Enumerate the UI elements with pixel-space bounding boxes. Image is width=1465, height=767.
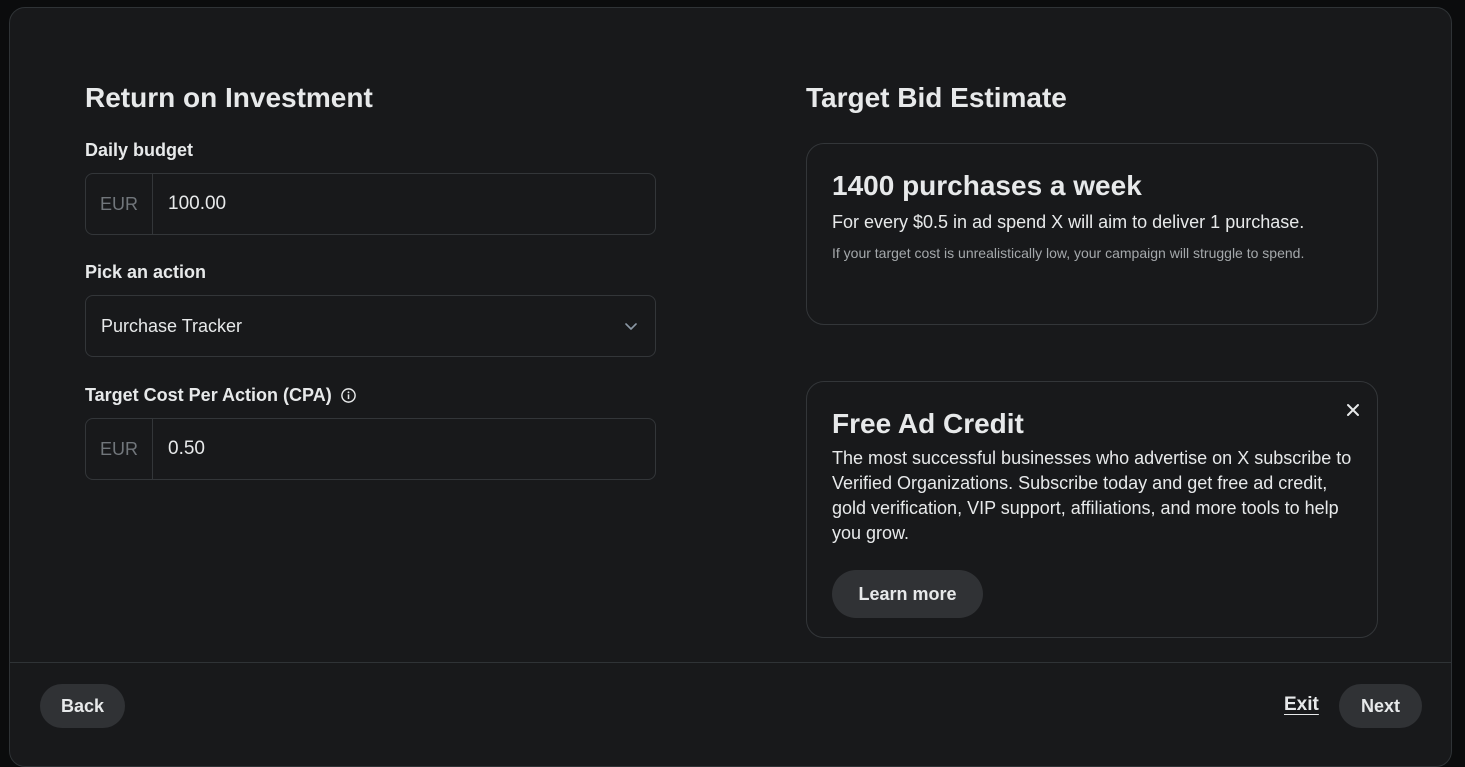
campaign-setup-panel: Return on Investment Daily budget EUR 10…: [9, 7, 1452, 767]
estimate-body: For every $0.5 in ad spend X will aim to…: [832, 212, 1305, 232]
chevron-down-icon: [625, 323, 637, 330]
roi-title: Return on Investment: [85, 82, 373, 113]
info-icon[interactable]: [340, 387, 357, 404]
footer-divider: [10, 662, 1451, 663]
cpa-label: Target Cost Per Action (CPA): [85, 385, 332, 405]
promo-card: Free Ad Credit The most successful busin…: [806, 381, 1378, 638]
estimate-card: 1400 purchases a week For every $0.5 in …: [806, 143, 1378, 325]
estimate-headline: 1400 purchases a week: [832, 170, 1142, 201]
back-button[interactable]: Back: [40, 684, 125, 728]
cpa-label-row: Target Cost Per Action (CPA): [85, 383, 357, 407]
daily-budget-field[interactable]: EUR 100.00: [85, 173, 656, 235]
promo-title: Free Ad Credit: [832, 408, 1024, 439]
exit-link[interactable]: Exit: [1284, 694, 1319, 716]
daily-budget-input[interactable]: 100.00: [153, 193, 226, 215]
learn-more-button[interactable]: Learn more: [832, 570, 983, 618]
estimate-title: Target Bid Estimate: [806, 82, 1067, 113]
close-icon: [1347, 404, 1359, 416]
cpa-input[interactable]: 0.50: [153, 438, 205, 460]
cpa-currency: EUR: [86, 419, 153, 479]
cpa-field[interactable]: EUR 0.50: [85, 418, 656, 480]
action-select[interactable]: Purchase Tracker: [85, 295, 656, 357]
next-button[interactable]: Next: [1339, 684, 1422, 728]
action-selected-value: Purchase Tracker: [101, 315, 243, 336]
roi-section: Return on Investment Daily budget EUR 10…: [85, 78, 656, 480]
daily-budget-label: Daily budget: [85, 140, 194, 160]
close-promo-button[interactable]: [1343, 400, 1363, 420]
estimate-note: If your target cost is unrealistically l…: [832, 245, 1305, 261]
promo-body: The most successful businesses who adver…: [832, 448, 1352, 543]
daily-budget-currency: EUR: [86, 174, 153, 234]
action-label: Pick an action: [85, 262, 207, 282]
